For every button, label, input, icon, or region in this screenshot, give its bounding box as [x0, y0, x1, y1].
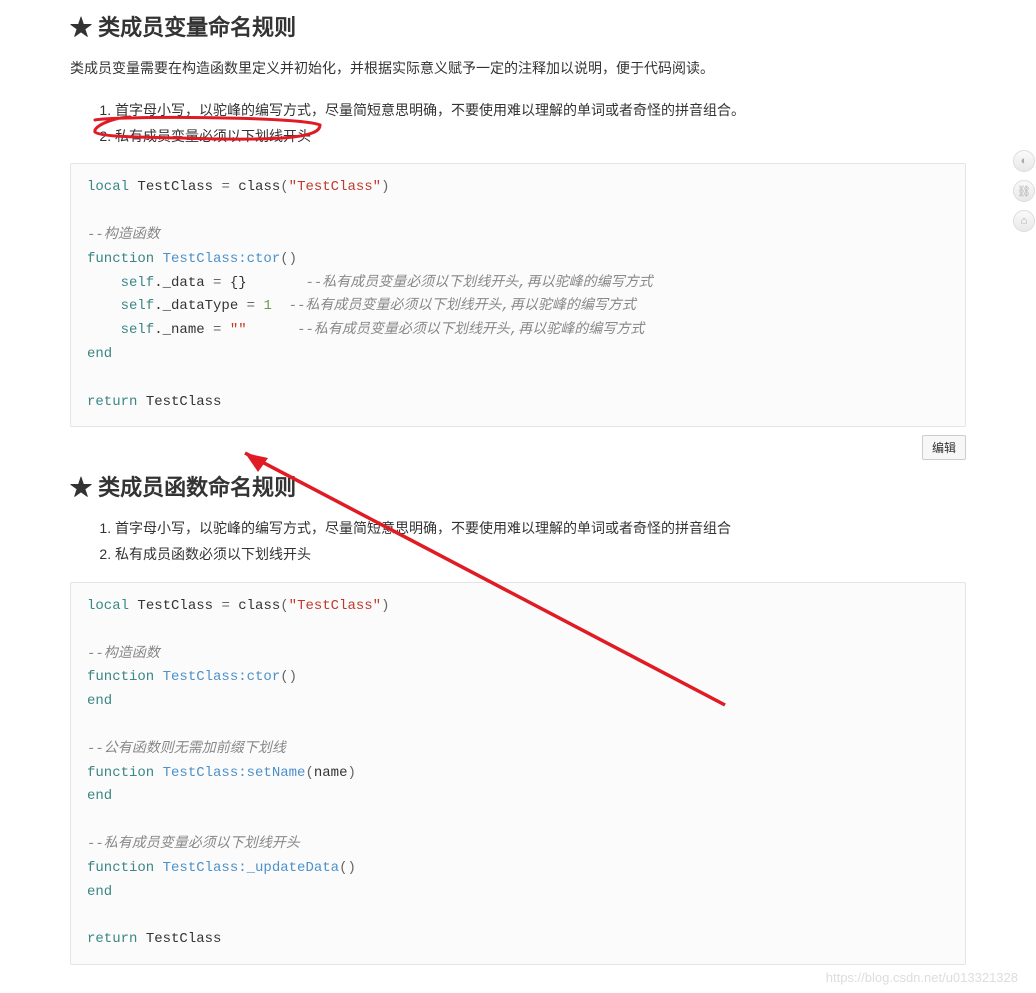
code-token: [247, 322, 297, 338]
code-token: self: [87, 298, 154, 314]
section1-rule-2: 私有成员变量必须以下划线开头: [115, 125, 966, 149]
code-token: return: [87, 931, 137, 947]
code-token: =: [247, 298, 255, 314]
code-token: function: [87, 860, 154, 876]
code-token: (): [339, 860, 356, 876]
section2-rule-2: 私有成员函数必须以下划线开头: [115, 543, 966, 567]
code-token: "TestClass": [289, 179, 381, 195]
code-token: [87, 812, 95, 828]
code-token: TestClass: [137, 394, 221, 410]
code-token: name: [314, 765, 348, 781]
code-token: TestClass:ctor: [154, 251, 280, 267]
code-block-1: local TestClass = class("TestClass") --构…: [70, 163, 966, 427]
section1-desc: 类成员变量需要在构造函数里定义并初始化，并根据实际意义赋予一定的注释加以说明，便…: [70, 57, 966, 81]
section2-rules: 首字母小写，以驼峰的编写方式，尽量简短意思明确，不要使用难以理解的单词或者奇怪的…: [115, 517, 966, 567]
code-token: --私有成员变量必须以下划线开头,再以驼峰的编写方式: [297, 322, 644, 338]
code-token: end: [87, 693, 112, 709]
code-token: (: [280, 598, 288, 614]
code-token: function: [87, 669, 154, 685]
tool-button-2[interactable]: ⛓: [1013, 180, 1035, 202]
tool-button-1[interactable]: ◐: [1013, 150, 1035, 172]
side-toolbar: ◐ ⛓ ⌂: [1012, 150, 1036, 232]
edit-button[interactable]: 编辑: [922, 435, 966, 460]
code-token: TestClass: [129, 179, 221, 195]
code-token: TestClass: [137, 931, 221, 947]
code-token: function: [87, 765, 154, 781]
code-token: self: [87, 322, 154, 338]
section2-rule-1: 首字母小写，以驼峰的编写方式，尽量简短意思明确，不要使用难以理解的单词或者奇怪的…: [115, 517, 966, 541]
code-token: self: [87, 275, 154, 291]
code-token: --构造函数: [87, 227, 160, 243]
code-token: local: [87, 179, 129, 195]
code-token: (: [305, 765, 313, 781]
code-token: --私有成员变量必须以下划线开头,再以驼峰的编写方式: [305, 275, 652, 291]
code-token: ._data: [154, 275, 213, 291]
code-token: (): [280, 251, 297, 267]
code-token: TestClass:setName: [154, 765, 305, 781]
code-token: ): [347, 765, 355, 781]
code-token: end: [87, 346, 112, 362]
section2-title: ★ 类成员函数命名规则: [70, 470, 966, 502]
code-token: [221, 322, 229, 338]
code-token: end: [87, 788, 112, 804]
code-token: =: [221, 598, 229, 614]
code-token: --构造函数: [87, 646, 160, 662]
code-token: local: [87, 598, 129, 614]
code-token: [87, 907, 95, 923]
code-token: end: [87, 884, 112, 900]
code-token: ): [381, 598, 389, 614]
code-token: TestClass:_updateData: [154, 860, 339, 876]
code-token: TestClass: [129, 598, 221, 614]
code-token: (: [280, 179, 288, 195]
code-token: class: [230, 179, 280, 195]
edit-button-wrap: 编辑: [70, 435, 966, 460]
code-token: --私有成员变量必须以下划线开头,再以驼峰的编写方式: [289, 298, 636, 314]
code-token: --私有成员变量必须以下划线开头: [87, 836, 300, 852]
section1-title: ★ 类成员变量命名规则: [70, 10, 966, 42]
code-token: [87, 622, 95, 638]
code-token: [272, 298, 289, 314]
code-token: 1: [263, 298, 271, 314]
code-token: [87, 203, 95, 219]
code-token: ): [381, 179, 389, 195]
code-token: --公有函数则无需加前缀下划线: [87, 741, 286, 757]
section1-rules: 首字母小写，以驼峰的编写方式，尽量简短意思明确，不要使用难以理解的单词或者奇怪的…: [115, 99, 966, 149]
code-token: ._dataType: [154, 298, 246, 314]
code-token: TestClass:ctor: [154, 669, 280, 685]
code-token: "TestClass": [289, 598, 381, 614]
code-token: return: [87, 394, 137, 410]
code-token: "": [230, 322, 247, 338]
code-token: ._name: [154, 322, 213, 338]
code-token: function: [87, 251, 154, 267]
code-token: =: [221, 179, 229, 195]
code-token: class: [230, 598, 280, 614]
code-token: (): [280, 669, 297, 685]
code-block-2: local TestClass = class("TestClass") --构…: [70, 582, 966, 965]
code-token: {}: [221, 275, 305, 291]
tool-button-3[interactable]: ⌂: [1013, 210, 1035, 232]
code-token: [87, 370, 95, 386]
section1-rule-1: 首字母小写，以驼峰的编写方式，尽量简短意思明确，不要使用难以理解的单词或者奇怪的…: [115, 99, 966, 123]
code-token: [87, 717, 95, 733]
